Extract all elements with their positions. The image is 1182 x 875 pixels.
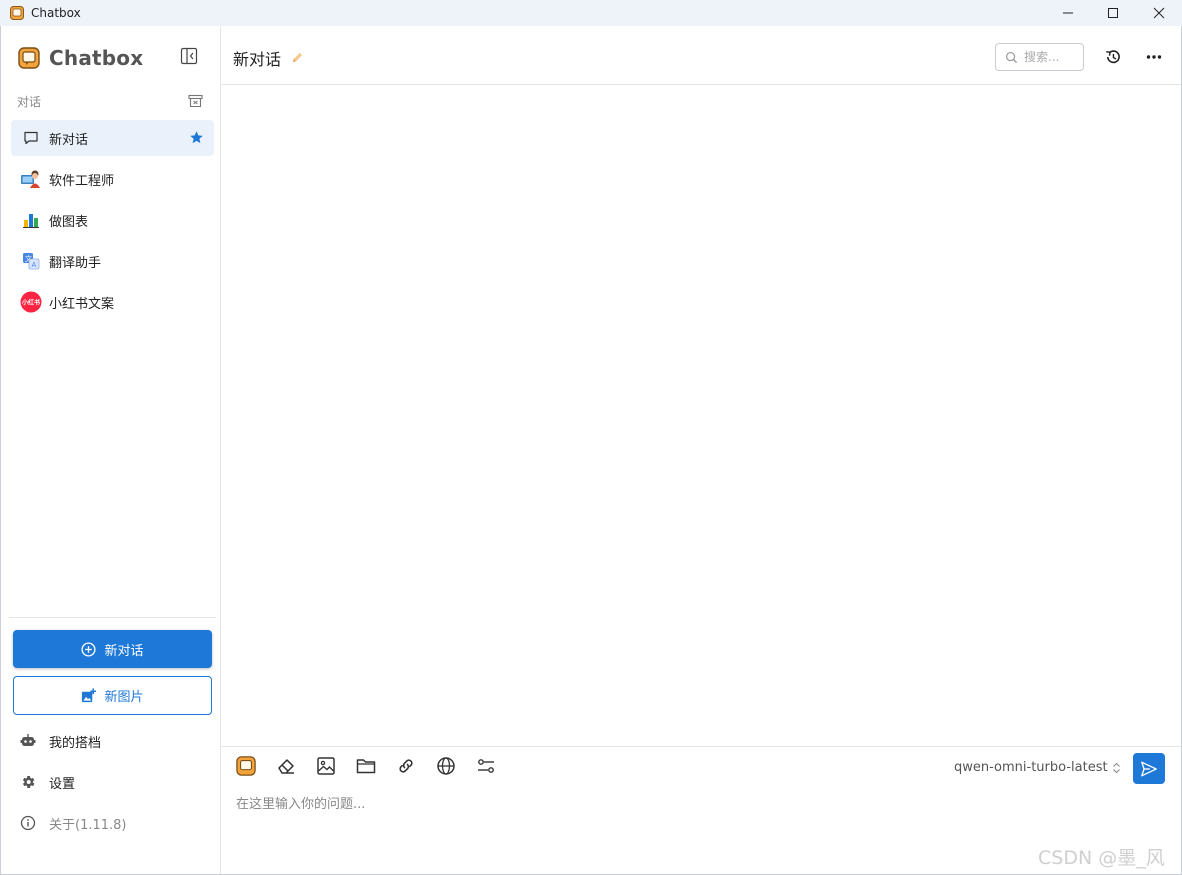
info-icon: [20, 815, 36, 831]
maximize-icon: [1108, 8, 1118, 18]
collapse-sidebar-button[interactable]: [180, 47, 198, 65]
about-label: 关于(1.11.8): [49, 817, 127, 833]
bar-chart-icon: [20, 209, 42, 231]
chevron-updown-icon: [1112, 762, 1120, 773]
search-box[interactable]: [995, 43, 1084, 71]
message-input[interactable]: [236, 793, 1156, 863]
search-icon: [1005, 51, 1018, 63]
chatbox-app-icon: [10, 6, 24, 20]
conversation-label: 做图表: [49, 214, 89, 230]
add-image-icon: [82, 688, 97, 703]
more-horizontal-icon: [1146, 55, 1162, 59]
search-input[interactable]: [1024, 50, 1080, 64]
conversation-item-translator[interactable]: 文 A 翻译助手: [11, 243, 214, 279]
history-button[interactable]: [1104, 48, 1122, 70]
window-titlebar: Chatbox: [0, 0, 1182, 26]
web-search-button[interactable]: [435, 755, 457, 777]
my-copilots-link[interactable]: 我的搭档: [20, 729, 210, 753]
close-icon: [1153, 7, 1165, 19]
settings-label: 设置: [49, 776, 76, 792]
sidebar: Chatbox 对话 新对话 软件工程师 做图表 文 A 翻译助手 小红书 小红…: [0, 26, 221, 875]
gear-icon: [22, 776, 35, 788]
svg-text:A: A: [32, 261, 37, 269]
attach-image-button[interactable]: [315, 755, 337, 777]
attach-link-button[interactable]: [395, 755, 417, 777]
minimize-icon: [1063, 12, 1073, 14]
image-icon: [317, 757, 335, 775]
add-circle-icon: [81, 641, 97, 657]
clear-conversations-button[interactable]: [188, 93, 203, 108]
folder-icon: [356, 759, 376, 774]
xiaohongshu-icon: 小红书: [20, 291, 42, 313]
about-link[interactable]: 关于(1.11.8): [20, 811, 210, 835]
maximize-button[interactable]: [1090, 0, 1136, 26]
sliders-icon: [478, 759, 494, 773]
chat-header: 新对话: [221, 26, 1181, 85]
conversation-item-software-engineer[interactable]: 软件工程师: [11, 161, 214, 197]
settings-link[interactable]: 设置: [20, 770, 210, 794]
close-button[interactable]: [1136, 0, 1182, 26]
clear-context-button[interactable]: [275, 755, 297, 777]
new-chat-button[interactable]: 新对话: [13, 630, 212, 668]
attach-file-button[interactable]: [355, 755, 377, 777]
new-chat-label: 新对话: [104, 643, 144, 659]
conversation-list: 新对话 软件工程师 做图表 文 A 翻译助手 小红书 小红书文案: [11, 120, 214, 325]
brand-name: Chatbox: [49, 46, 144, 70]
conversation-item-make-chart[interactable]: 做图表: [11, 202, 214, 238]
composer: qwen-omni-turbo-latest: [221, 746, 1181, 874]
new-image-label: 新图片: [104, 690, 144, 705]
minimize-button[interactable]: [1045, 0, 1091, 26]
conversation-item-xiaohongshu[interactable]: 小红书 小红书文案: [11, 284, 214, 320]
my-copilots-label: 我的搭档: [49, 735, 102, 751]
send-button[interactable]: [1133, 753, 1165, 784]
conversation-label: 翻译助手: [49, 255, 102, 271]
message-list: [221, 86, 1181, 746]
conversation-label: 新对话: [49, 132, 89, 148]
chat-title: 新对话: [233, 50, 282, 69]
history-icon: [1106, 50, 1120, 64]
globe-icon: [437, 757, 455, 775]
send-icon: [1141, 761, 1157, 776]
chat-main: 新对话 搜索... qwen-omni-turbo-latest 在这里输入你的…: [221, 26, 1181, 874]
edit-title-button[interactable]: [291, 49, 304, 68]
composer-toolbar: [235, 755, 515, 777]
watermark-text: CSDN @墨_风: [1038, 847, 1165, 869]
copilot-picker-button[interactable]: [235, 755, 257, 777]
chat-settings-button[interactable]: [475, 755, 497, 777]
conversation-item-new-chat[interactable]: 新对话: [11, 120, 214, 156]
sidebar-divider: [9, 617, 216, 618]
star-icon[interactable]: [189, 130, 204, 149]
conversation-label: 小红书文案: [49, 296, 115, 312]
link-icon: [399, 759, 413, 773]
archive-icon: [188, 94, 203, 108]
conversation-label: 软件工程师: [49, 173, 115, 189]
eraser-icon: [278, 759, 294, 774]
chatbox-logo-icon: [236, 756, 256, 776]
more-options-button[interactable]: [1145, 48, 1163, 70]
window-title: Chatbox: [31, 6, 81, 20]
new-image-button[interactable]: 新图片: [13, 676, 212, 715]
developer-avatar-icon: [20, 168, 42, 190]
translate-icon: 文 A: [20, 250, 42, 272]
section-label-conversations: 对话: [17, 95, 42, 109]
model-name: qwen-omni-turbo-latest: [954, 760, 1108, 775]
xiaohongshu-badge-text: 小红书: [21, 299, 40, 307]
chat-bubble-icon: [20, 127, 42, 149]
brand: Chatbox: [18, 46, 143, 70]
chatbox-logo-icon: [18, 47, 40, 69]
sidebar-collapse-icon: [180, 47, 198, 65]
robot-icon: [20, 734, 36, 746]
pencil-icon: [292, 52, 303, 63]
model-selector[interactable]: qwen-omni-turbo-latest: [954, 760, 1121, 775]
